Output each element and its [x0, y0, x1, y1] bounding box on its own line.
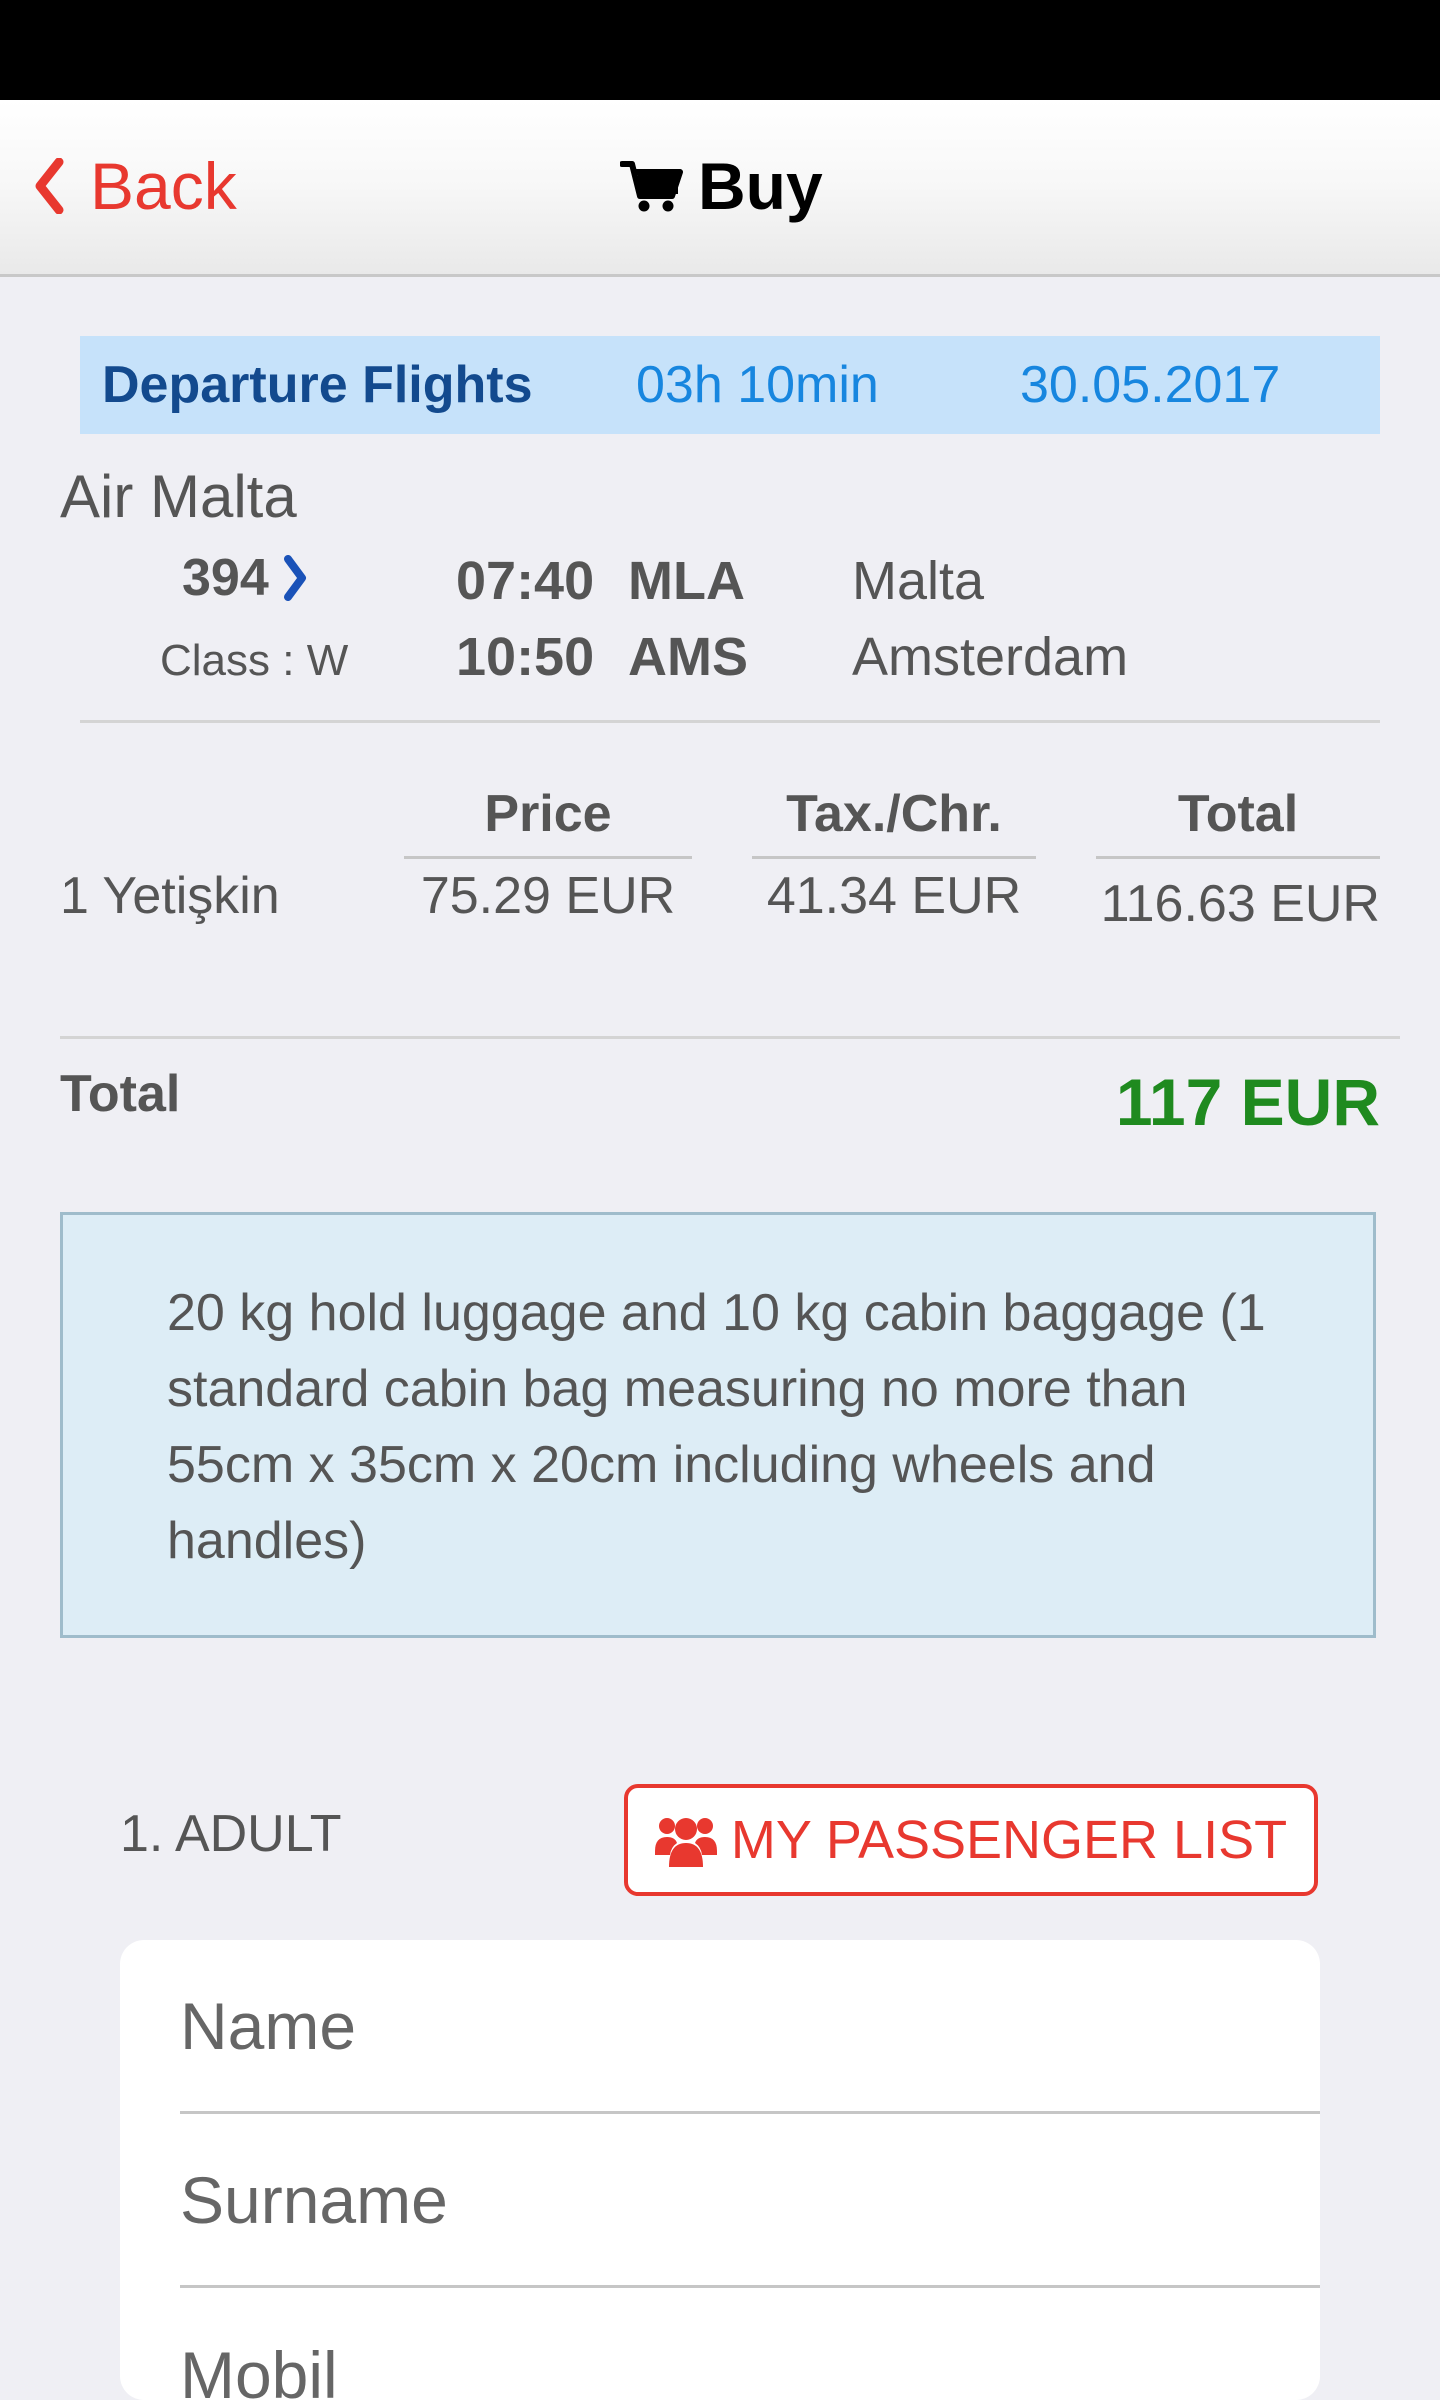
page-title: Buy [620, 144, 823, 228]
back-label: Back [90, 149, 237, 223]
flight-number: 394 [182, 549, 269, 607]
mobil-field-row [180, 2288, 1320, 2400]
price-value: 75.29 EUR [420, 867, 676, 925]
surname-field-row [180, 2114, 1320, 2288]
flight-number-link[interactable]: 394 [182, 548, 307, 608]
luggage-info-text: 20 kg hold luggage and 10 kg cabin bagga… [167, 1284, 1266, 1570]
luggage-info-box: 20 kg hold luggage and 10 kg cabin bagga… [60, 1212, 1376, 1638]
tax-value: 41.34 EUR [766, 867, 1022, 925]
grand-total-value: 117 EUR [1115, 1065, 1380, 1139]
price-column-header: Price [404, 784, 692, 859]
divider [60, 1036, 1400, 1039]
flight-duration: 03h 10min [636, 356, 879, 414]
status-bar [0, 0, 1440, 100]
surname-field[interactable] [180, 2114, 1320, 2285]
passenger-form [120, 1940, 1320, 2400]
arrival-code: AMS [628, 627, 748, 687]
back-button[interactable]: Back [34, 144, 237, 228]
title-label: Buy [698, 149, 823, 223]
chevron-left-icon [34, 158, 90, 214]
my-passenger-list-button[interactable]: MY PASSENGER LIST [624, 1784, 1318, 1896]
users-icon [654, 1813, 731, 1867]
arrival-time: 10:50 [456, 627, 595, 687]
divider [80, 720, 1380, 723]
chevron-right-icon [269, 555, 307, 601]
passenger-list-label: MY PASSENGER LIST [730, 1810, 1288, 1870]
cart-icon [620, 158, 698, 214]
flight-class: Class : W [160, 636, 349, 685]
passenger-label: 1. ADULT [120, 1805, 342, 1863]
mobil-field[interactable] [180, 2288, 1320, 2400]
section-label: Departure Flights [102, 356, 533, 414]
flight-date: 30.05.2017 [1020, 356, 1281, 414]
total-column-header: Total [1096, 784, 1380, 859]
row-total-value: 116.63 EUR [1100, 875, 1380, 933]
departure-city: Malta [852, 551, 985, 611]
passenger-type: 1 Yetişkin [60, 867, 280, 925]
airline-name: Air Malta [60, 463, 297, 530]
departure-code: MLA [628, 551, 745, 611]
arrival-city: Amsterdam [852, 627, 1129, 687]
departure-flights-header: Departure Flights 03h 10min 30.05.2017 [80, 336, 1380, 434]
tax-column-header: Tax./Chr. [752, 784, 1036, 859]
name-field[interactable] [180, 1940, 1320, 2111]
nav-bar: Back Buy [0, 100, 1440, 277]
grand-total-label: Total [60, 1065, 181, 1123]
name-field-row [180, 1940, 1320, 2114]
departure-time: 07:40 [456, 551, 595, 611]
